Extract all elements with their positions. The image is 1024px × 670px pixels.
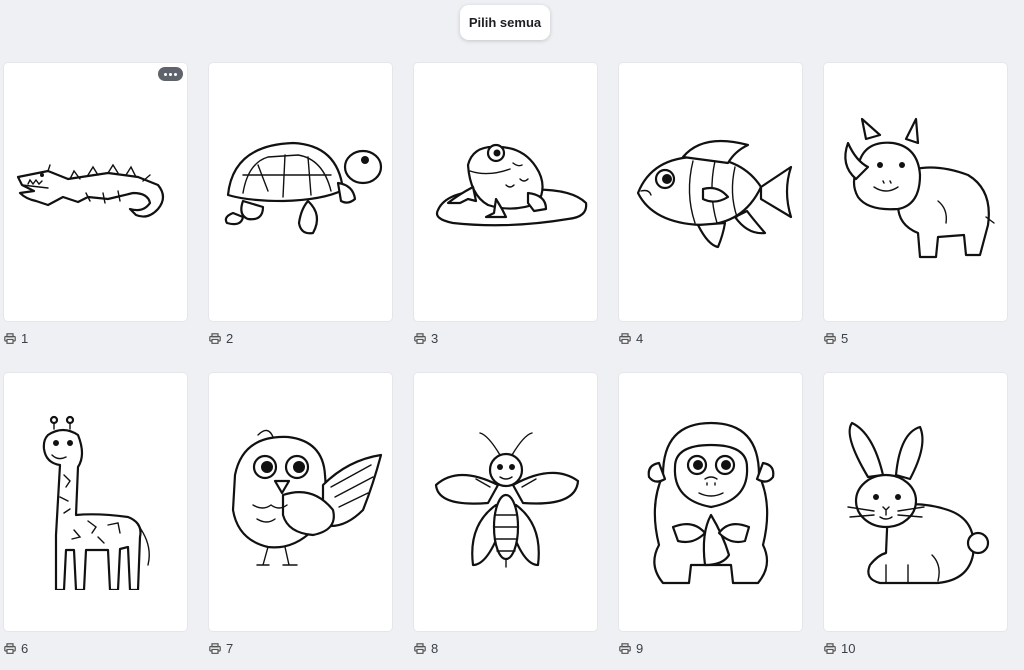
page-label: 10 [824,641,855,656]
page-tile-9[interactable]: 9 [619,373,802,656]
rabbit-illustration [847,421,990,584]
printer-icon [414,643,426,654]
page-thumbnail-bird[interactable] [209,373,392,631]
page-label: 3 [414,331,438,346]
page-label: 6 [4,641,28,656]
page-thumbnail-rabbit[interactable] [824,373,1007,631]
page-number: 7 [226,641,234,656]
page-thumbnail-gorilla[interactable] [619,373,802,631]
page-label: 5 [824,331,848,346]
printer-icon [824,333,836,344]
gorilla-illustration [647,421,775,584]
page-number: 5 [841,331,849,346]
crocodile-illustration [16,163,165,218]
page-thumbnail-rhino[interactable] [824,63,1007,321]
page-label: 7 [209,641,233,656]
page-number: 9 [636,641,644,656]
page-number: 1 [21,331,29,346]
page-thumbnail-bee[interactable] [414,373,597,631]
page-tile-7[interactable]: 7 [209,373,392,656]
giraffe-illustration [42,415,150,590]
fish-illustration [636,139,793,248]
page-number: 6 [21,641,29,656]
page-label: 8 [414,641,438,656]
page-number: 2 [226,331,234,346]
page-thumbnail-giraffe[interactable] [4,373,187,631]
rhino-illustration [844,117,995,258]
page-number: 4 [636,331,644,346]
printer-icon [414,333,426,344]
page-thumbnail-fish[interactable] [619,63,802,321]
printer-icon [209,643,221,654]
page-thumbnail-turtle[interactable] [209,63,392,321]
select-all-button[interactable]: Pilih semua [460,5,550,40]
page-tile-10[interactable]: 10 [824,373,1007,656]
printer-icon [619,643,631,654]
page-tile-6[interactable]: 6 [4,373,187,656]
page-tile-3[interactable]: 3 [414,63,597,346]
printer-icon [4,643,16,654]
page-number: 10 [841,641,856,656]
more-options-icon[interactable] [158,67,183,81]
turtle-illustration [224,141,383,234]
page-label: 4 [619,331,643,346]
page-number: 3 [431,331,439,346]
page-thumbnail-crocodile[interactable] [4,63,187,321]
page-grid: 1 2 3 4 5 6 7 8 9 10 [4,63,1024,656]
frog-illustration [435,143,588,226]
page-thumbnail-frog[interactable] [414,63,597,321]
bird-illustration [231,429,383,566]
printer-icon [209,333,221,344]
page-label: 9 [619,641,643,656]
page-label: 1 [4,331,28,346]
printer-icon [824,643,836,654]
page-tile-5[interactable]: 5 [824,63,1007,346]
printer-icon [619,333,631,344]
page-tile-4[interactable]: 4 [619,63,802,346]
page-number: 8 [431,641,439,656]
bee-illustration [434,431,580,568]
page-tile-8[interactable]: 8 [414,373,597,656]
page-label: 2 [209,331,233,346]
page-tile-1[interactable]: 1 [4,63,187,346]
printer-icon [4,333,16,344]
page-tile-2[interactable]: 2 [209,63,392,346]
